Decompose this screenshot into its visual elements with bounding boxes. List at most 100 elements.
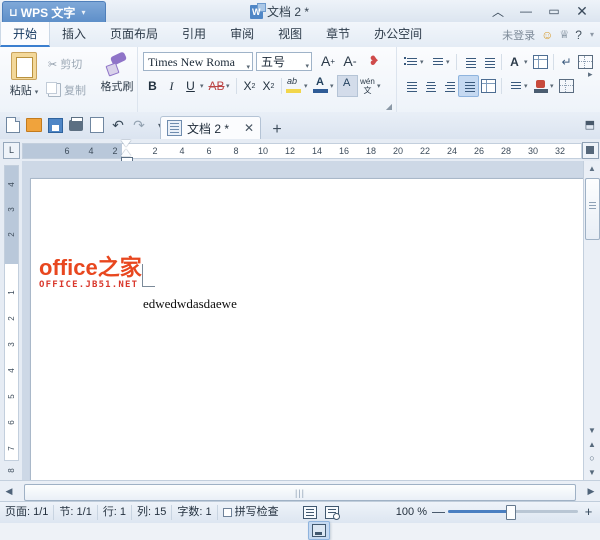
strikethrough-chevron-down-icon[interactable]: ▾ xyxy=(226,82,233,90)
tab-review[interactable]: 审阅 xyxy=(218,22,266,47)
new-document-button[interactable] xyxy=(4,116,22,134)
cut-button[interactable]: ✂ 剪切 xyxy=(48,51,100,77)
tab-home[interactable]: 开始 xyxy=(0,22,51,47)
document-canvas[interactable]: office之家 OFFICE.JB51.NET edwedwdasdaewe xyxy=(22,161,584,481)
status-spell-check[interactable]: 拼写检查 xyxy=(218,505,284,520)
status-line[interactable]: 行: 1 xyxy=(98,505,133,520)
align-justify-button[interactable] xyxy=(458,75,479,97)
spell-check-checkbox[interactable] xyxy=(222,507,232,517)
character-shading-icon[interactable] xyxy=(337,75,358,97)
status-section[interactable]: 节: 1/1 xyxy=(54,505,98,520)
tab-references[interactable]: 引用 xyxy=(170,22,218,47)
shading-button[interactable] xyxy=(531,76,550,96)
shirt-skin-icon[interactable]: ♕ xyxy=(559,28,569,41)
strikethrough-button[interactable]: AB xyxy=(207,76,226,96)
underline-chevron-down-icon[interactable]: ▾ xyxy=(200,82,207,90)
undo-button[interactable]: ↶ xyxy=(109,116,127,134)
chevron-down-icon[interactable]: ▾ xyxy=(81,8,85,17)
hanging-indent-marker[interactable] xyxy=(121,149,131,156)
help-chevron-down-icon[interactable]: ▾ xyxy=(590,30,594,39)
bold-button[interactable]: B xyxy=(143,76,162,96)
horizontal-scrollbar[interactable]: ◀ ||| ▶ xyxy=(0,480,600,502)
previous-page-button[interactable]: ▲ xyxy=(584,437,600,451)
vertical-ruler-strip[interactable]: 4 3 2 1 2 3 4 5 6 7 8 9 10 xyxy=(4,165,19,514)
horizontal-scrollbar-thumb[interactable]: ||| xyxy=(24,484,576,501)
tab-insert[interactable]: 插入 xyxy=(50,22,98,47)
superscript-button[interactable]: X2 xyxy=(240,76,259,96)
collapse-ribbon-button[interactable]: ︿ xyxy=(484,1,512,21)
tab-view[interactable]: 视图 xyxy=(266,22,314,47)
italic-button[interactable]: I xyxy=(162,76,181,96)
first-line-indent-marker[interactable] xyxy=(121,140,131,147)
numbering-button[interactable] xyxy=(427,52,446,72)
shading-chevron-down-icon[interactable]: ▾ xyxy=(550,82,557,90)
page-view-button[interactable] xyxy=(308,521,330,540)
document-page[interactable]: office之家 OFFICE.JB51.NET edwedwdasdaewe xyxy=(30,178,584,481)
font-name-chevron-down-icon[interactable]: ▾ xyxy=(246,58,250,70)
copy-button[interactable]: 复制 xyxy=(46,77,100,103)
highlight-chevron-down-icon[interactable]: ▾ xyxy=(304,82,311,90)
zoom-slider[interactable] xyxy=(448,505,578,520)
document-tab[interactable]: 文档 2 * ✕ xyxy=(160,116,262,139)
show-grid-button[interactable] xyxy=(531,52,550,72)
subscript-button[interactable]: X2 xyxy=(259,76,278,96)
print-button[interactable] xyxy=(67,116,85,134)
font-size-chevron-down-icon[interactable]: ▾ xyxy=(305,58,309,76)
zoom-in-button[interactable]: + xyxy=(583,504,594,519)
horizontal-ruler[interactable]: L 6 4 2 2 4 6 8 10 12 14 16 18 20 22 24 … xyxy=(0,139,600,163)
ruler-strip[interactable]: 6 4 2 2 4 6 8 10 12 14 16 18 20 22 24 26… xyxy=(22,143,582,159)
align-left-button[interactable] xyxy=(401,76,420,96)
zoom-slider-thumb[interactable] xyxy=(506,505,516,520)
tab-chapter[interactable]: 章节 xyxy=(314,22,362,47)
phonetic-chevron-down-icon[interactable]: ▾ xyxy=(377,82,384,90)
vertical-ruler[interactable]: 4 3 2 1 2 3 4 5 6 7 8 9 10 xyxy=(0,161,23,514)
bullets-button[interactable] xyxy=(401,52,420,72)
login-status-label[interactable]: 未登录 xyxy=(502,27,535,43)
save-button[interactable] xyxy=(46,116,64,134)
tab-stop-selector[interactable]: L xyxy=(3,142,20,159)
status-page[interactable]: 页面: 1/1 xyxy=(0,505,55,520)
asian-layout-chevron-down-icon[interactable]: ▾ xyxy=(524,58,531,66)
tab-page-layout[interactable]: 页面布局 xyxy=(98,22,170,47)
tab-office-space[interactable]: 办公空间 xyxy=(362,22,434,47)
font-size-combobox[interactable]: 五号 ▾ xyxy=(256,52,312,71)
tab-menu-icon[interactable]: ⬒ xyxy=(585,118,595,131)
align-center-button[interactable] xyxy=(420,76,439,96)
paste-button[interactable]: 粘贴 ▾ xyxy=(6,52,42,98)
ribbon-expand-icon[interactable]: ▸ xyxy=(588,69,597,83)
font-color-icon[interactable] xyxy=(311,76,330,96)
clear-formatting-icon[interactable]: ❥ xyxy=(364,51,384,71)
zoom-level-label[interactable]: 100 % xyxy=(396,506,427,518)
asian-layout-button[interactable]: A xyxy=(505,52,524,72)
scroll-up-button[interactable]: ▲ xyxy=(584,161,600,176)
line-spacing-chevron-down-icon[interactable]: ▾ xyxy=(524,82,531,90)
web-view-button[interactable] xyxy=(322,504,342,521)
outline-view-button[interactable] xyxy=(300,504,320,521)
redo-button[interactable]: ↷ xyxy=(130,116,148,134)
increase-indent-button[interactable] xyxy=(479,52,498,72)
bullets-chevron-down-icon[interactable]: ▾ xyxy=(420,58,427,66)
grow-font-button[interactable]: A + xyxy=(318,51,338,71)
decrease-indent-button[interactable] xyxy=(460,52,479,72)
align-right-button[interactable] xyxy=(439,76,458,96)
font-name-combobox[interactable]: Times New Roma ▾ xyxy=(143,52,253,71)
format-painter-button[interactable]: 格式刷 xyxy=(100,52,134,94)
select-browse-object-button[interactable]: ○ xyxy=(584,451,600,465)
vertical-scrollbar[interactable]: ▲ ▼ ▲ ○ ▼ xyxy=(583,161,600,481)
underline-button[interactable]: U xyxy=(181,76,200,96)
maximize-button[interactable]: ▭ xyxy=(540,1,568,21)
vertical-scrollbar-thumb[interactable] xyxy=(585,178,600,240)
font-dialog-launcher[interactable]: ◢ xyxy=(386,102,392,111)
print-preview-button[interactable] xyxy=(88,116,106,134)
help-icon[interactable]: ? xyxy=(575,28,582,42)
minimize-button[interactable]: — xyxy=(512,1,540,21)
document-body-text[interactable]: edwedwdasdaewe xyxy=(143,296,237,312)
next-page-button[interactable]: ▼ xyxy=(584,465,600,479)
font-color-chevron-down-icon[interactable]: ▾ xyxy=(330,82,337,90)
shrink-font-button[interactable]: A- xyxy=(340,51,360,71)
scroll-down-button[interactable]: ▼ xyxy=(584,423,600,437)
close-button[interactable]: ✕ xyxy=(568,1,596,21)
status-word-count[interactable]: 字数: 1 xyxy=(172,505,218,520)
numbering-chevron-down-icon[interactable]: ▾ xyxy=(446,58,453,66)
highlight-color-icon[interactable] xyxy=(285,76,304,96)
